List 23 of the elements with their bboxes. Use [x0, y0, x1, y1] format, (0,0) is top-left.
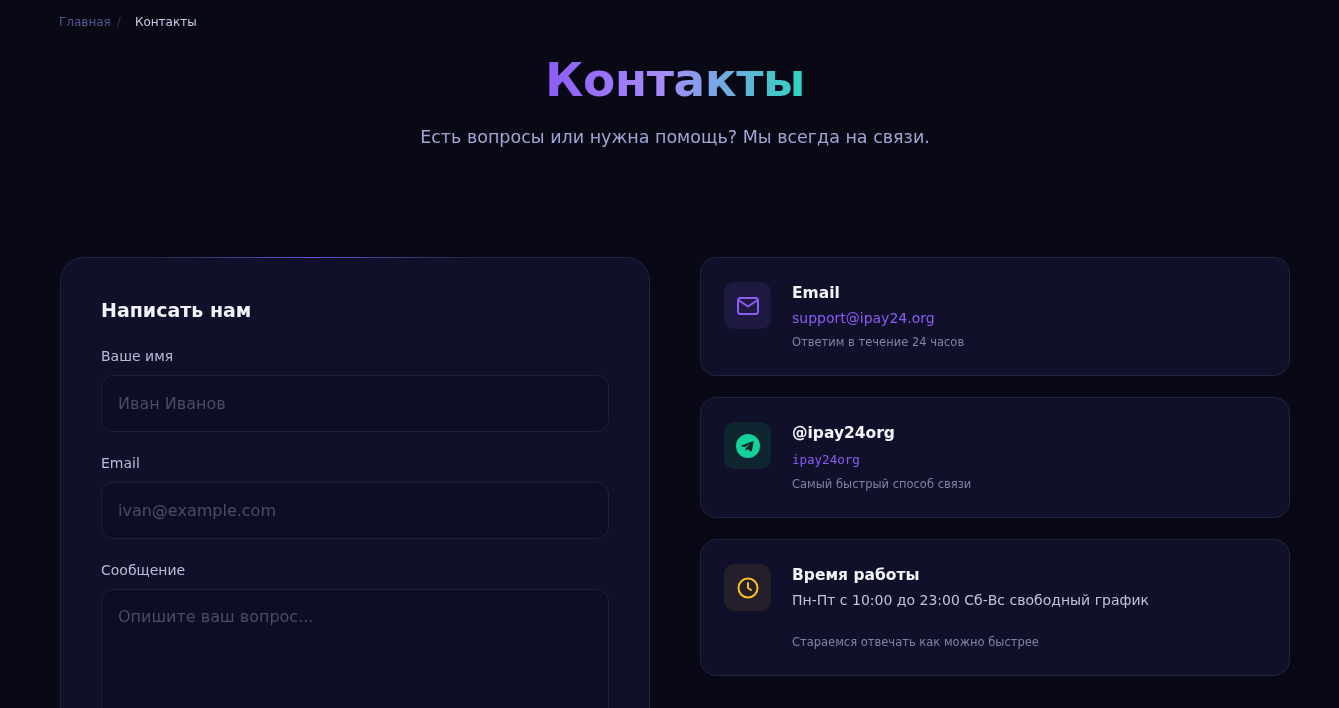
- field-label: Email: [101, 454, 140, 472]
- contact-note: Самый быстрый способ связи: [792, 476, 972, 492]
- telegram-link[interactable]: ipay24org: [792, 450, 860, 470]
- breadcrumb-separator: /: [116, 15, 121, 29]
- email-link[interactable]: support@ipay24.org: [792, 308, 935, 328]
- field-label: Ваше имя: [101, 347, 174, 365]
- field-label: Сообщение: [101, 561, 186, 579]
- contact-note: Стараемся отвечать как можно быстрее: [792, 634, 1039, 650]
- envelope-icon: [736, 296, 759, 315]
- page-subtitle: Есть вопросы или нужна помощь? Мы всегда на связи.: [420, 126, 930, 149]
- input-field[interactable]: ivan@example.com: [101, 482, 609, 539]
- paper-plane-icon: [735, 433, 760, 458]
- breadcrumb-link[interactable]: Главная: [59, 15, 111, 29]
- working-hours-text: Пн-Пт с 10:00 до 23:00 Сб-Вс свободный график: [792, 591, 1149, 610]
- form-title: Написать нам: [101, 298, 252, 323]
- message-field[interactable]: Опишите ваш вопрос...: [101, 589, 609, 708]
- clock-icon: [736, 576, 759, 599]
- contact-title: @ipay24org: [792, 423, 895, 443]
- contact-note: Ответим в течение 24 часов: [792, 334, 965, 350]
- contact-title: Время работы: [792, 565, 920, 585]
- contact-title: Email: [792, 283, 840, 303]
- input-field[interactable]: Иван Иванов: [101, 375, 609, 432]
- current-page-text: Контакты: [134, 15, 197, 29]
